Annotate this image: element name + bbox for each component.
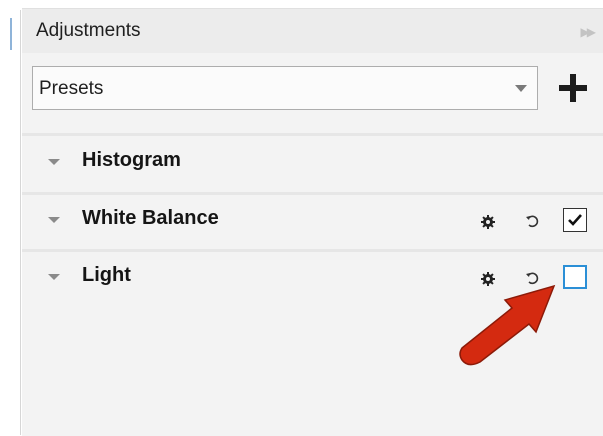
adjustments-panel: Adjustments ▶▶ Presets Histogram White B… <box>22 8 603 436</box>
gear-icon[interactable] <box>481 215 495 229</box>
section-label: White Balance <box>82 207 219 229</box>
checkmark-icon <box>568 214 582 226</box>
section-label: Histogram <box>82 149 181 171</box>
reset-icon[interactable] <box>525 214 539 228</box>
left-edge <box>0 0 22 435</box>
presets-dropdown[interactable]: Presets <box>32 66 538 110</box>
expand-triangle-icon[interactable] <box>48 159 60 165</box>
left-scroll-indicator <box>10 18 12 50</box>
section-label: Light <box>82 264 131 286</box>
expand-triangle-icon[interactable] <box>48 274 60 280</box>
section-divider <box>22 133 603 136</box>
expand-triangle-icon[interactable] <box>48 217 60 223</box>
chevron-down-icon[interactable] <box>515 85 527 92</box>
white-balance-enable-checkbox[interactable] <box>563 208 587 232</box>
panel-title: Adjustments <box>36 20 141 41</box>
double-chevron-right-icon[interactable]: ▶▶ <box>581 25 597 39</box>
section-histogram[interactable]: Histogram <box>22 137 603 189</box>
light-enable-checkbox[interactable] <box>563 265 587 289</box>
annotation-arrow-icon <box>459 284 556 366</box>
panel-divider <box>20 10 21 435</box>
section-white-balance[interactable]: White Balance <box>22 195 603 247</box>
presets-value: Presets <box>39 78 104 99</box>
panel-header: Adjustments ▶▶ <box>22 9 603 53</box>
plus-icon[interactable] <box>555 70 591 106</box>
